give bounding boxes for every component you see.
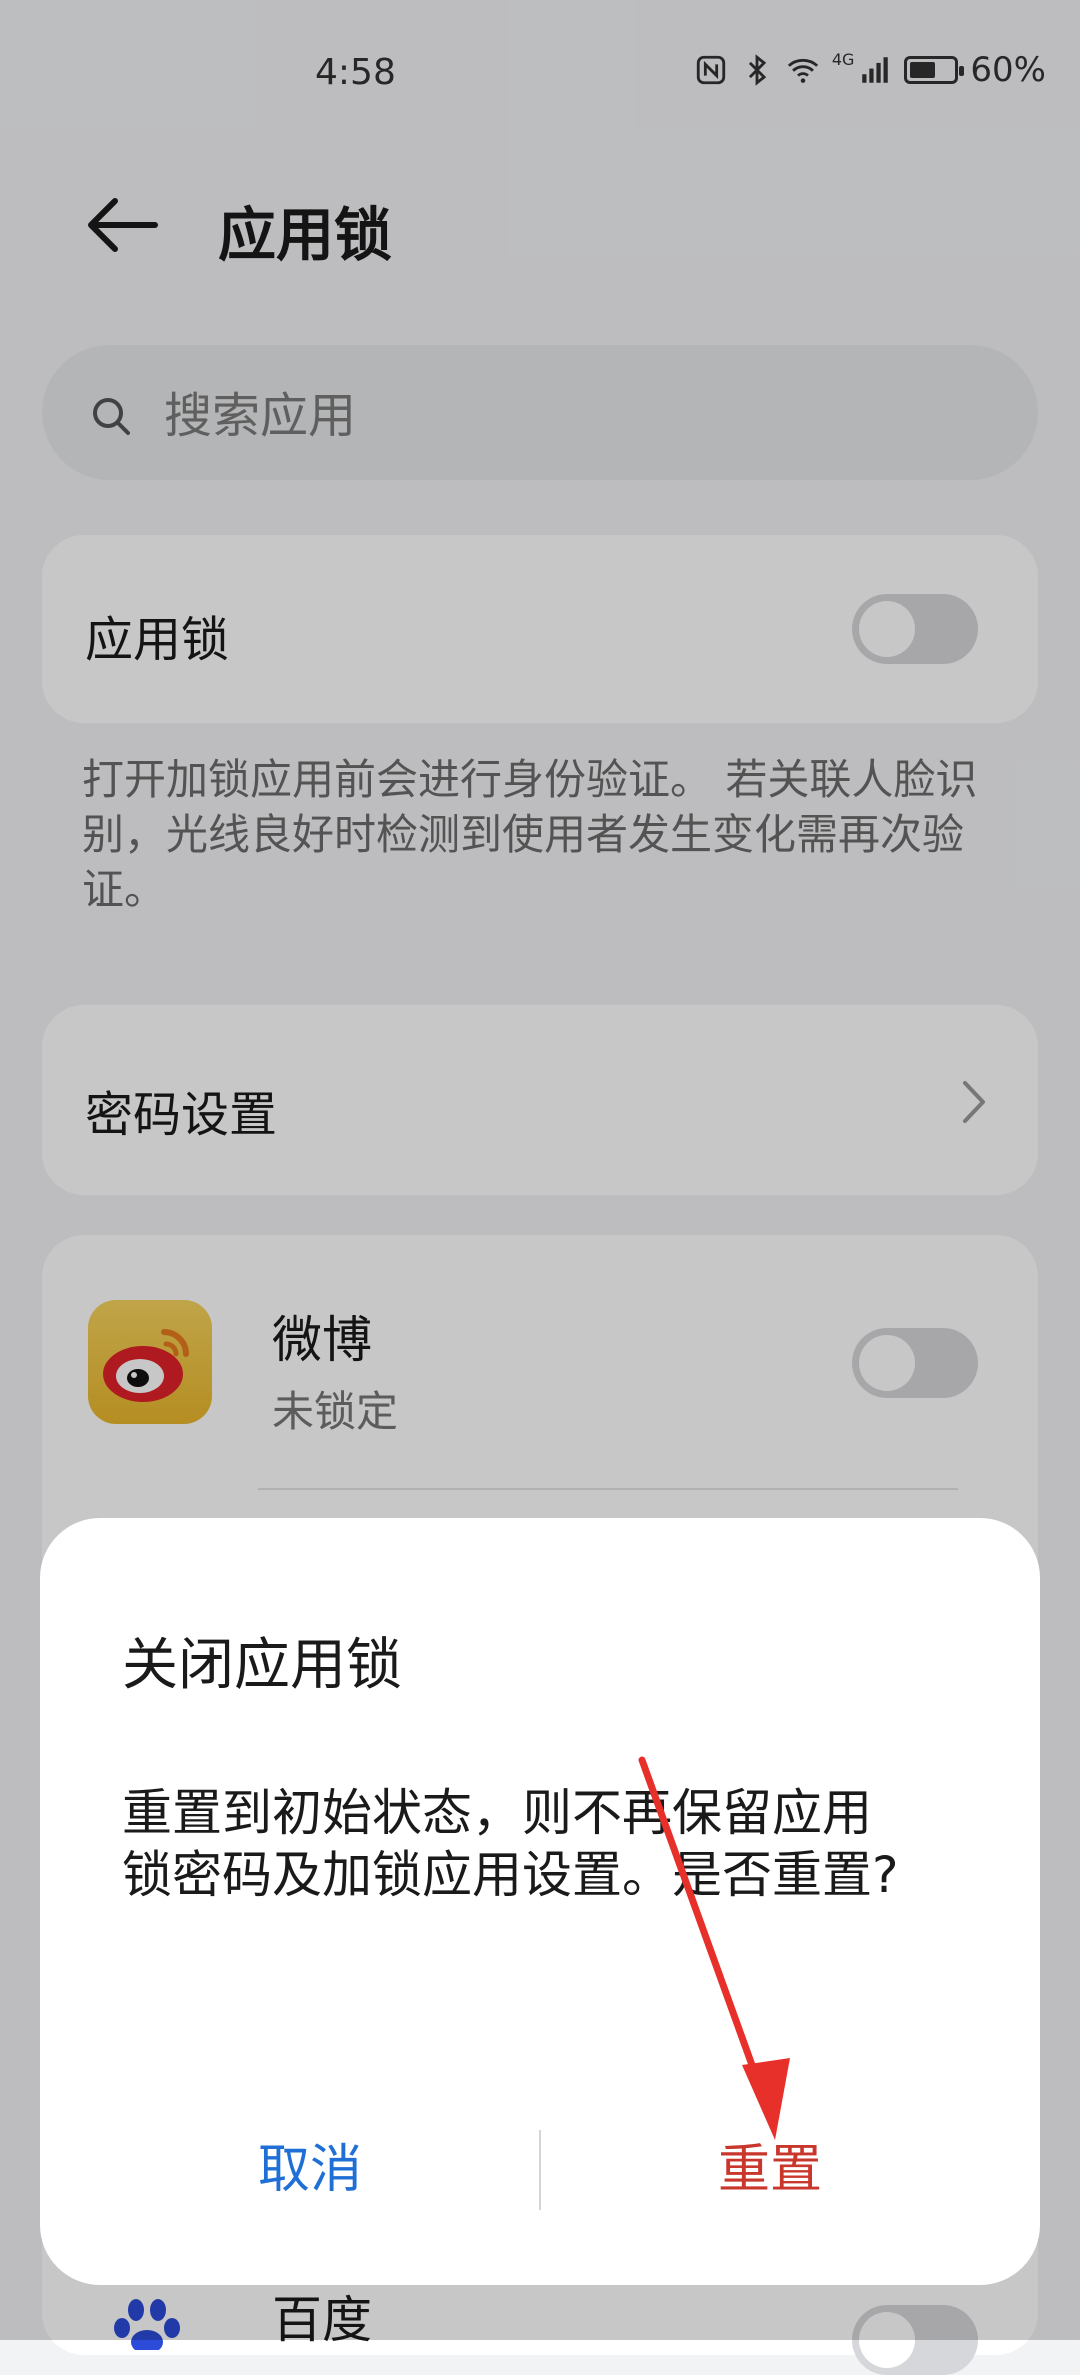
reset-button[interactable]: 重置 bbox=[600, 2120, 940, 2220]
button-divider bbox=[539, 2130, 541, 2210]
dialog-message: 重置到初始状态，则不再保留应用锁密码及加锁应用设置。是否重置? bbox=[122, 1784, 899, 1904]
dialog-title: 关闭应用锁 bbox=[122, 1633, 402, 1698]
cancel-button[interactable]: 取消 bbox=[140, 2120, 480, 2220]
